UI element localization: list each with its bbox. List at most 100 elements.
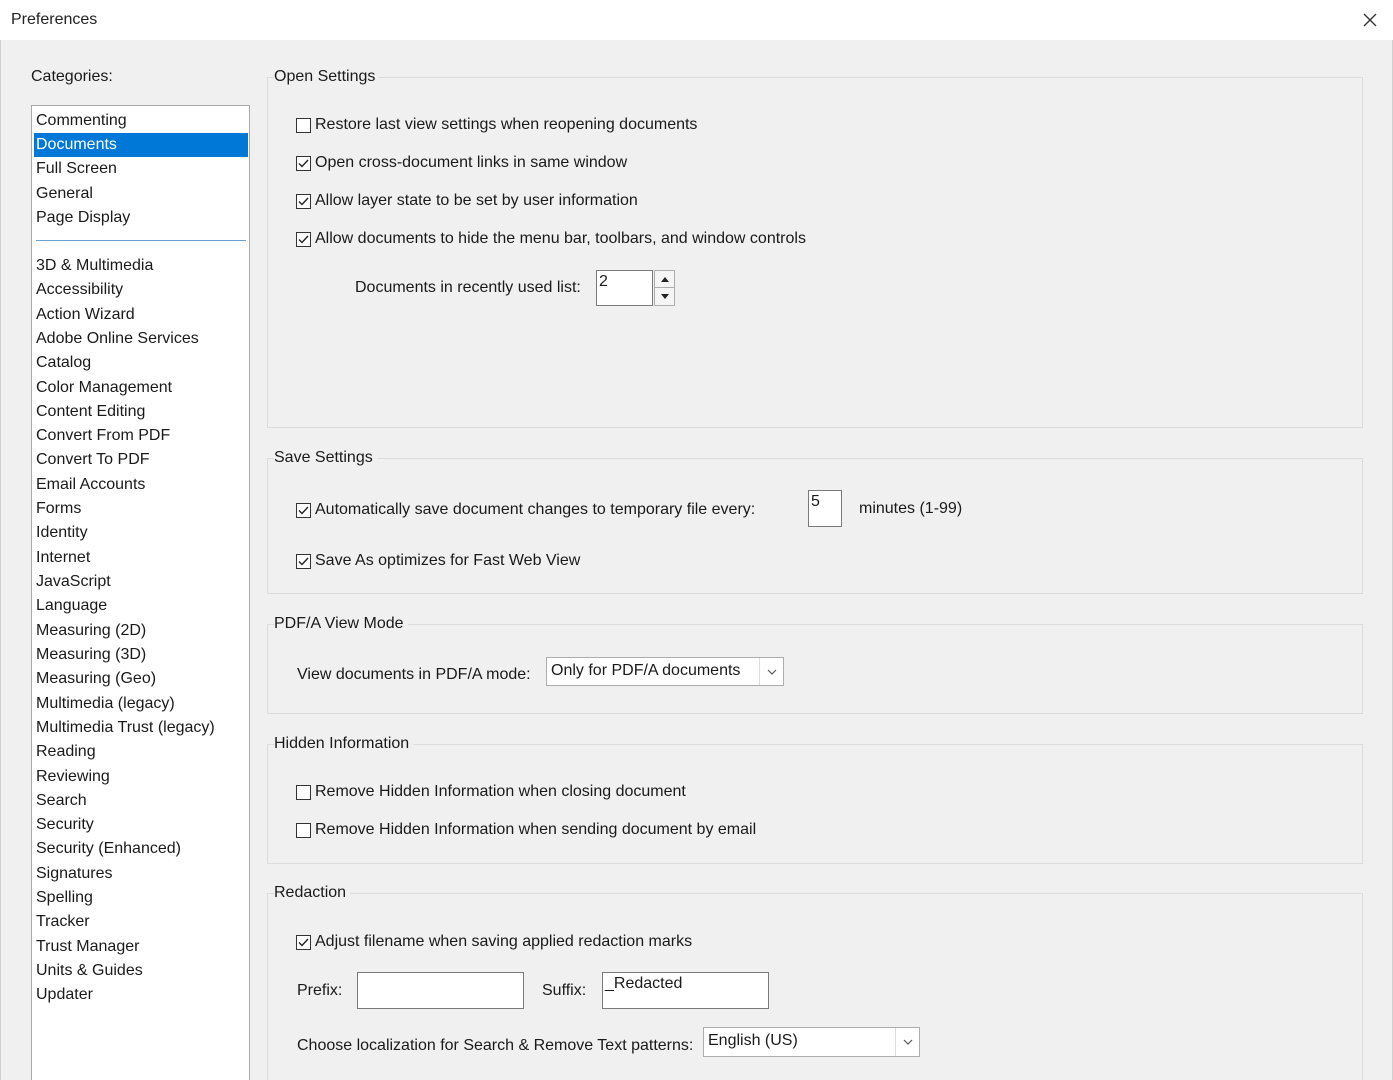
adjust-filename-option[interactable]: Adjust filename when saving applied reda… xyxy=(296,931,692,953)
category-item[interactable]: Measuring (Geo) xyxy=(34,667,248,691)
adjust-filename-checkbox[interactable] xyxy=(296,934,311,950)
close-button[interactable] xyxy=(1356,6,1384,34)
category-item-general[interactable]: General xyxy=(34,182,248,206)
stepper-down-button[interactable] xyxy=(655,288,674,305)
suffix-label: Suffix: xyxy=(542,982,587,999)
category-item-full-screen[interactable]: Full Screen xyxy=(34,157,248,181)
category-item[interactable]: Updater xyxy=(34,983,248,1007)
category-item[interactable]: Forms xyxy=(34,497,248,521)
category-item[interactable]: 3D & Multimedia xyxy=(34,254,248,278)
categories-list[interactable]: Commenting Documents Full Screen General… xyxy=(31,105,250,1080)
autosave-label: Automatically save document changes to t… xyxy=(315,501,756,518)
chevron-down-icon xyxy=(903,1039,912,1045)
autosave-option[interactable]: Automatically save document changes to t… xyxy=(296,499,755,521)
pdfa-mode-value: Only for PDF/A documents xyxy=(551,662,741,679)
category-item[interactable]: Multimedia (legacy) xyxy=(34,692,248,716)
stepper-up-button[interactable] xyxy=(655,271,674,288)
hide-menubar-label: Allow documents to hide the menu bar, to… xyxy=(315,230,806,247)
window-title: Preferences xyxy=(11,11,98,28)
title-bar: Preferences xyxy=(0,0,1393,40)
localization-select[interactable]: English (US) xyxy=(703,1027,920,1057)
category-item[interactable]: Trust Manager xyxy=(34,935,248,959)
localization-value: English (US) xyxy=(708,1032,798,1049)
category-item[interactable]: Measuring (2D) xyxy=(34,619,248,643)
category-item[interactable]: Spelling xyxy=(34,886,248,910)
remove-hidden-email-option[interactable]: Remove Hidden Information when sending d… xyxy=(296,819,756,841)
category-item[interactable]: Reviewing xyxy=(34,765,248,789)
adjust-filename-label: Adjust filename when saving applied reda… xyxy=(315,933,693,950)
category-item[interactable]: Signatures xyxy=(34,862,248,886)
remove-hidden-email-checkbox[interactable] xyxy=(296,822,311,838)
category-item[interactable]: Convert From PDF xyxy=(34,424,248,448)
open-settings-title: Open Settings xyxy=(274,68,380,86)
checkmark-icon xyxy=(298,235,309,244)
category-item[interactable]: Security xyxy=(34,813,248,837)
category-item[interactable]: JavaScript xyxy=(34,570,248,594)
chevron-down-icon xyxy=(660,294,669,299)
category-item[interactable]: Identity xyxy=(34,521,248,545)
category-item[interactable]: Color Management xyxy=(34,376,248,400)
category-item[interactable]: Convert To PDF xyxy=(34,448,248,472)
restore-view-checkbox[interactable] xyxy=(296,117,311,133)
recent-list-label: Documents in recently used list: xyxy=(355,279,581,296)
category-item[interactable]: Security (Enhanced) xyxy=(34,837,248,861)
hidden-info-group xyxy=(267,744,1363,864)
category-item[interactable]: Tracker xyxy=(34,910,248,934)
dropdown-arrow[interactable] xyxy=(895,1028,919,1056)
category-item[interactable]: Language xyxy=(34,594,248,618)
layer-state-label: Allow layer state to be set by user info… xyxy=(315,192,638,209)
checkmark-icon xyxy=(298,159,309,168)
category-item[interactable]: Reading xyxy=(34,740,248,764)
category-item[interactable]: Action Wizard xyxy=(34,303,248,327)
checkmark-icon xyxy=(298,197,309,206)
recent-list-input[interactable]: 2 xyxy=(596,270,653,306)
autosave-minutes-input[interactable]: 5 xyxy=(808,490,842,527)
restore-view-option[interactable]: Restore last view settings when reopenin… xyxy=(296,114,697,136)
category-item[interactable]: Catalog xyxy=(34,351,248,375)
restore-view-label: Restore last view settings when reopenin… xyxy=(315,116,698,133)
layer-state-option[interactable]: Allow layer state to be set by user info… xyxy=(296,190,638,212)
category-item[interactable]: Accessibility xyxy=(34,278,248,302)
remove-hidden-closing-checkbox[interactable] xyxy=(296,784,311,800)
fast-web-view-label: Save As optimizes for Fast Web View xyxy=(315,552,581,569)
prefix-input[interactable] xyxy=(357,972,524,1009)
category-item[interactable]: Measuring (3D) xyxy=(34,643,248,667)
cross-doc-links-checkbox[interactable] xyxy=(296,155,311,171)
category-item-documents[interactable]: Documents xyxy=(34,133,248,157)
prefix-label: Prefix: xyxy=(297,982,343,999)
remove-hidden-closing-option[interactable]: Remove Hidden Information when closing d… xyxy=(296,781,686,803)
localization-label: Choose localization for Search & Remove … xyxy=(297,1037,694,1054)
category-item[interactable]: Multimedia Trust (legacy) xyxy=(34,716,248,740)
recent-list-stepper[interactable] xyxy=(654,270,675,306)
close-icon xyxy=(1363,13,1377,27)
pdfa-mode-select[interactable]: Only for PDF/A documents xyxy=(546,657,784,686)
cross-doc-links-label: Open cross-document links in same window xyxy=(315,154,628,171)
hide-menubar-option[interactable]: Allow documents to hide the menu bar, to… xyxy=(296,228,806,250)
category-item-commenting[interactable]: Commenting xyxy=(34,109,248,133)
category-item[interactable]: Adobe Online Services xyxy=(34,327,248,351)
checkmark-icon xyxy=(298,506,309,515)
category-item[interactable]: Email Accounts xyxy=(34,473,248,497)
pdfa-title: PDF/A View Mode xyxy=(274,615,408,633)
autosave-checkbox[interactable] xyxy=(296,502,311,518)
category-item-page-display[interactable]: Page Display xyxy=(34,206,248,230)
category-item[interactable]: Content Editing xyxy=(34,400,248,424)
fast-web-view-option[interactable]: Save As optimizes for Fast Web View xyxy=(296,550,580,572)
checkmark-icon xyxy=(298,938,309,947)
hidden-info-title: Hidden Information xyxy=(274,735,414,753)
dropdown-arrow[interactable] xyxy=(759,658,783,685)
hide-menubar-checkbox[interactable] xyxy=(296,231,311,247)
chevron-up-icon xyxy=(660,276,669,282)
pdfa-mode-label: View documents in PDF/A mode: xyxy=(297,666,531,683)
category-item[interactable]: Units & Guides xyxy=(34,959,248,983)
category-separator xyxy=(36,240,246,241)
fast-web-view-checkbox[interactable] xyxy=(296,553,311,569)
suffix-input[interactable]: _Redacted xyxy=(602,972,769,1009)
redaction-title: Redaction xyxy=(274,884,351,902)
category-item[interactable]: Search xyxy=(34,789,248,813)
remove-hidden-closing-label: Remove Hidden Information when closing d… xyxy=(315,783,686,800)
layer-state-checkbox[interactable] xyxy=(296,193,311,209)
cross-doc-links-option[interactable]: Open cross-document links in same window xyxy=(296,152,627,174)
save-settings-title: Save Settings xyxy=(274,449,377,467)
category-item[interactable]: Internet xyxy=(34,546,248,570)
